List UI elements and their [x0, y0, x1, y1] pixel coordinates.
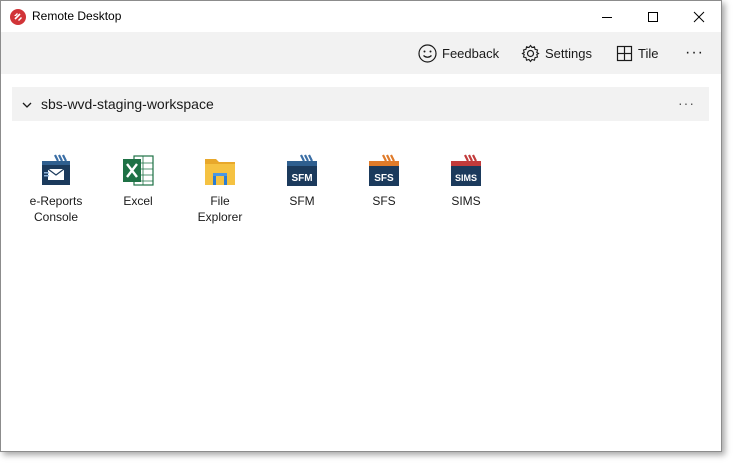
svg-text:SIMS: SIMS	[455, 173, 477, 183]
app-tile-e-reports-console[interactable]: e-Reports Console	[15, 151, 97, 227]
e-reports-console-icon	[38, 153, 74, 189]
window-title: Remote Desktop	[32, 9, 122, 23]
sims-icon: SIMS	[448, 153, 484, 189]
app-tile-sims[interactable]: SIMS SIMS	[425, 151, 507, 227]
tile-label: Tile	[638, 45, 659, 61]
app-label: File Explorer	[197, 194, 243, 224]
close-icon	[693, 11, 705, 22]
tile-view-button[interactable]: Tile	[616, 32, 658, 74]
app-label: SIMS	[451, 194, 481, 208]
smiley-icon	[418, 43, 437, 63]
remote-desktop-window: Remote Desktop Feedback Settings Tile ··…	[0, 0, 722, 452]
workspace-more-button[interactable]: ···	[678, 95, 695, 111]
settings-button[interactable]: Settings	[521, 32, 592, 74]
app-label: Excel	[123, 194, 153, 208]
file-explorer-icon	[202, 153, 238, 189]
sfs-icon: SFS	[366, 153, 402, 189]
close-button[interactable]	[676, 1, 721, 32]
chevron-down-icon[interactable]	[21, 98, 33, 116]
maximize-icon	[648, 11, 658, 22]
feedback-button[interactable]: Feedback	[418, 32, 499, 74]
excel-icon	[120, 153, 156, 189]
minimize-button[interactable]	[584, 1, 630, 32]
more-options-button[interactable]: ···	[685, 32, 704, 74]
sfm-icon: SFM	[284, 153, 320, 189]
toolbar: Feedback Settings Tile ···	[1, 32, 721, 74]
title-bar[interactable]: Remote Desktop	[1, 1, 721, 32]
minimize-icon	[602, 16, 612, 18]
workspace-name: sbs-wvd-staging-workspace	[41, 96, 214, 112]
app-label: SFM	[289, 194, 315, 208]
workspace-header[interactable]: sbs-wvd-staging-workspace ···	[12, 87, 709, 121]
app-tile-excel[interactable]: Excel	[97, 151, 179, 227]
gear-icon	[521, 44, 540, 62]
tile-grid-icon	[616, 45, 633, 61]
more-options-icon: ···	[685, 44, 704, 61]
feedback-label: Feedback	[442, 45, 500, 61]
settings-label: Settings	[545, 45, 592, 61]
svg-text:SFS: SFS	[374, 173, 394, 184]
app-label: SFS	[372, 194, 396, 208]
app-tile-sfm[interactable]: SFM SFM	[261, 151, 343, 227]
app-tile-sfs[interactable]: SFS SFS	[343, 151, 425, 227]
app-label: e-Reports Console	[29, 194, 83, 224]
svg-text:SFM: SFM	[291, 173, 312, 184]
maximize-button[interactable]	[630, 1, 676, 32]
app-tile-file-explorer[interactable]: File Explorer	[179, 151, 261, 227]
remote-desktop-app-icon	[10, 9, 26, 25]
